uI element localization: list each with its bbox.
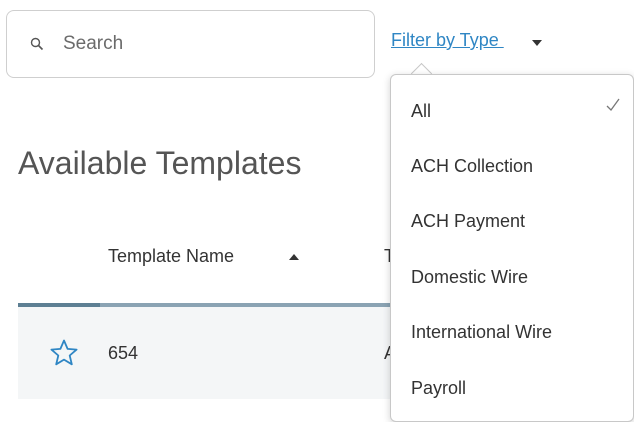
menu-item-label: All xyxy=(411,101,432,121)
menu-item-label: International Wire xyxy=(411,322,553,342)
menu-item-ach-payment[interactable]: ACH Payment xyxy=(391,195,633,249)
check-icon xyxy=(606,98,620,111)
template-name-cell[interactable]: 654 xyxy=(108,343,138,364)
menu-item-international-wire[interactable]: International Wire xyxy=(391,306,633,360)
menu-item-ach-collection[interactable]: ACH Collection xyxy=(391,140,633,194)
sort-ascending-icon[interactable] xyxy=(289,254,299,260)
column-header-template-name[interactable]: Template Name xyxy=(108,246,234,267)
search-input[interactable] xyxy=(63,29,353,59)
menu-item-label: Domestic Wire xyxy=(411,267,529,287)
page-title: Available Templates xyxy=(18,145,302,181)
caret-down-icon[interactable] xyxy=(532,40,542,46)
search-box[interactable] xyxy=(6,10,375,78)
menu-item-label: ACH Collection xyxy=(411,156,534,176)
menu-item-label: Payroll xyxy=(411,378,467,398)
filter-type-menu: All ACH Collection ACH Payment Domestic … xyxy=(390,74,634,422)
menu-item-label: ACH Payment xyxy=(411,211,526,231)
menu-item-all[interactable]: All xyxy=(391,85,633,139)
star-outline-icon[interactable] xyxy=(49,338,79,368)
menu-item-domestic-wire[interactable]: Domestic Wire xyxy=(391,251,633,305)
menu-item-payroll[interactable]: Payroll xyxy=(391,362,633,416)
filter-by-type-link[interactable]: Filter by Type xyxy=(391,30,504,51)
search-icon xyxy=(30,37,44,51)
